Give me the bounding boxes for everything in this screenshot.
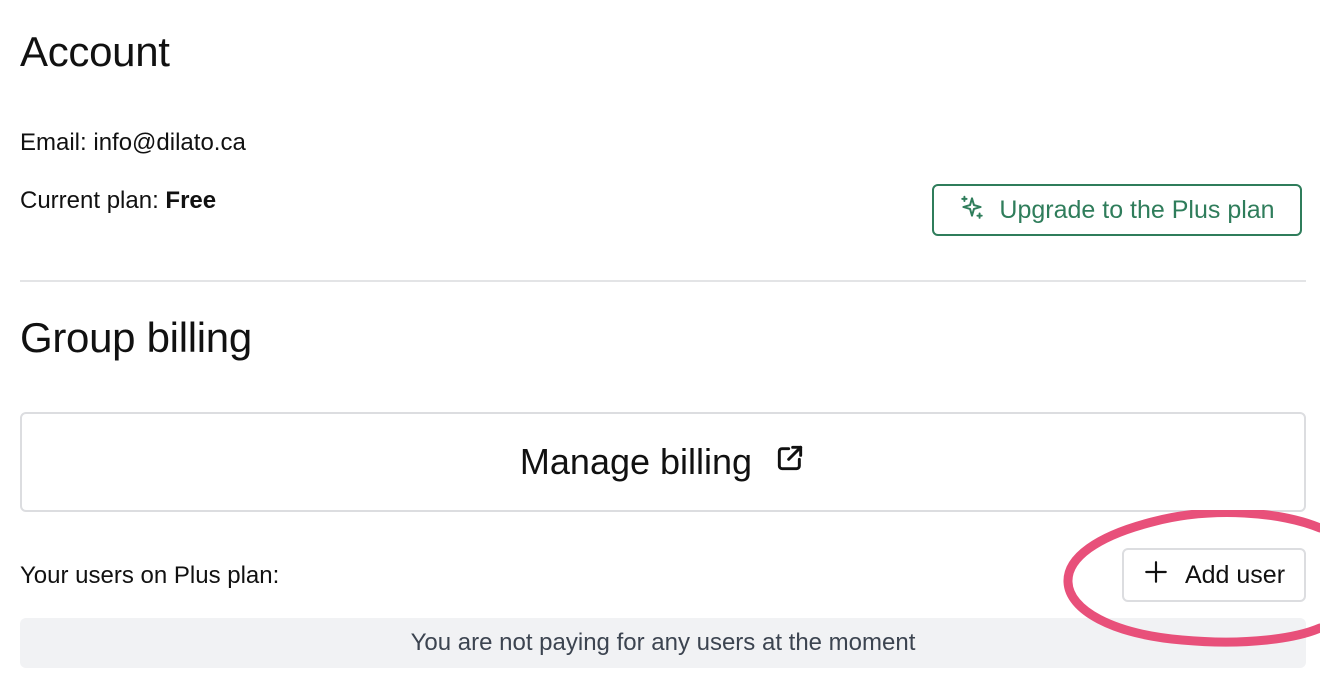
empty-users-message: You are not paying for any users at the … [20, 618, 1306, 668]
users-on-plan-label: Your users on Plus plan: [20, 562, 280, 589]
upgrade-plan-button[interactable]: Upgrade to the Plus plan [932, 184, 1302, 236]
upgrade-button-label: Upgrade to the Plus plan [999, 195, 1275, 224]
email-row: Email: info@dilato.ca [20, 128, 246, 158]
email-value: info@dilato.ca [93, 129, 246, 156]
section-divider [20, 280, 1306, 282]
account-heading: Account [20, 28, 170, 75]
manage-billing-label: Manage billing [519, 441, 753, 482]
plan-label: Current plan: [20, 187, 159, 214]
sparkles-icon [959, 194, 985, 227]
email-label: Email: [20, 129, 87, 156]
manage-billing-button[interactable]: Manage billing [20, 412, 1306, 512]
plan-value: Free [165, 187, 217, 214]
add-user-label: Add user [1184, 560, 1286, 589]
account-settings-page: Account Email: info@dilato.ca Current pl… [0, 0, 1320, 694]
current-plan-row: Current plan: Free [20, 186, 216, 216]
add-user-button[interactable]: Add user [1122, 548, 1306, 602]
external-link-icon [774, 441, 806, 483]
plus-icon [1143, 559, 1169, 592]
group-billing-heading: Group billing [20, 314, 252, 361]
